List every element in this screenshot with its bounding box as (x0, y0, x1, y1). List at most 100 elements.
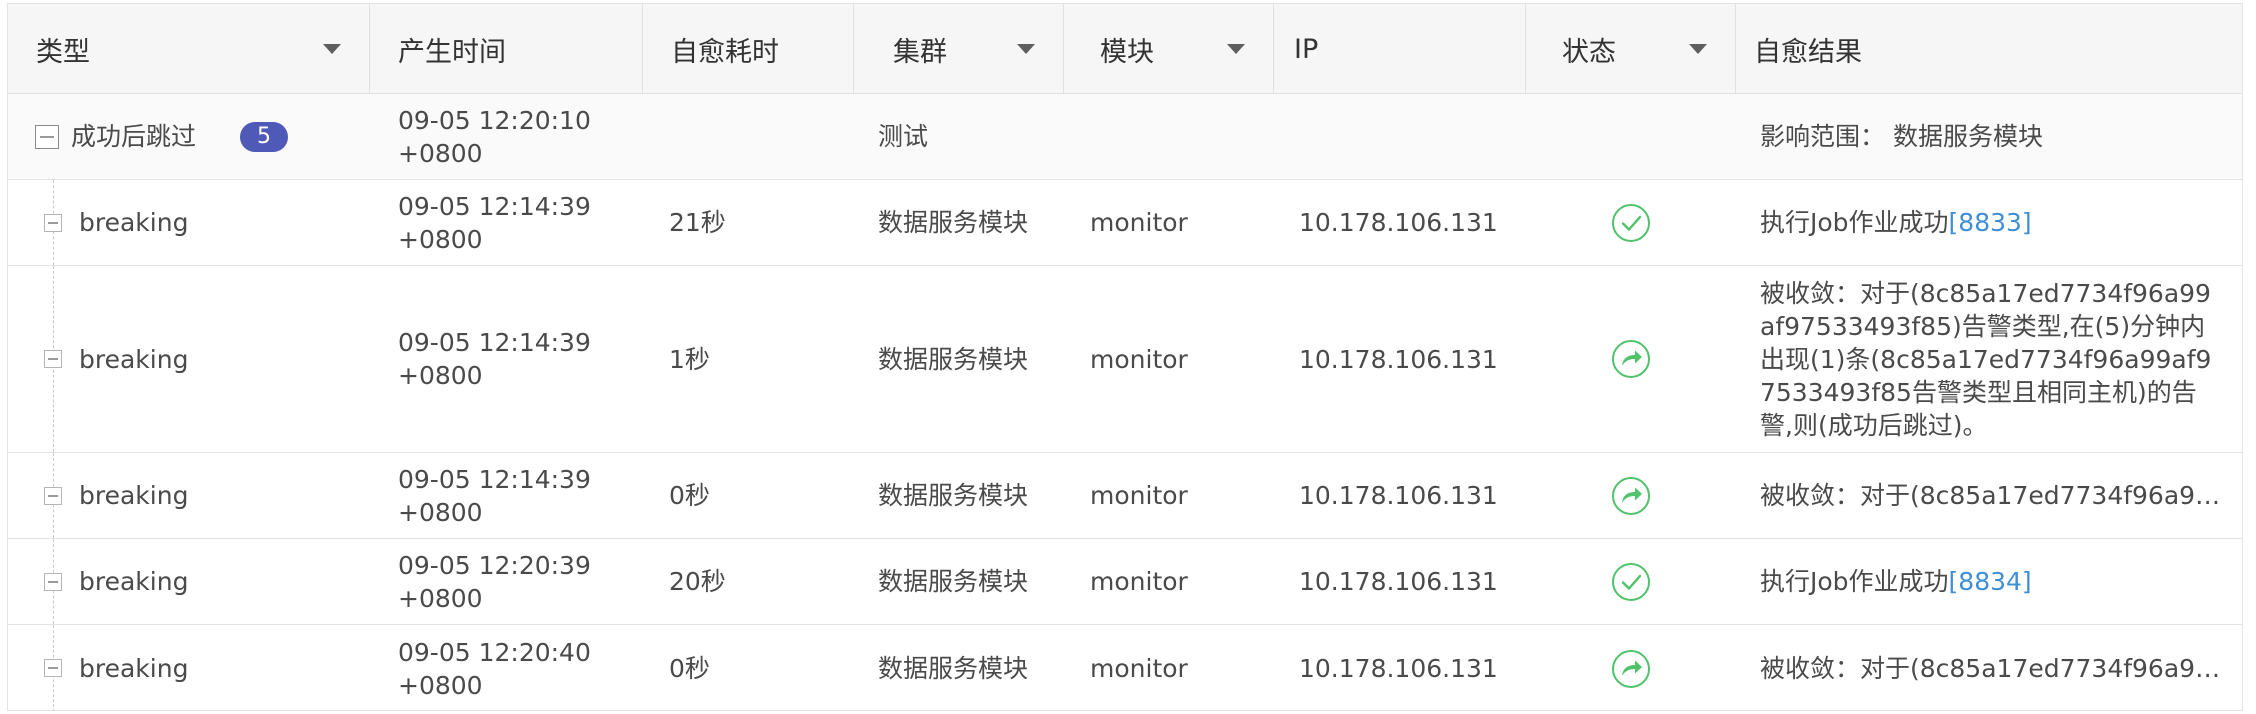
duration-cell: 20秒 (669, 567, 726, 596)
type-cell: breaking (79, 208, 189, 237)
time-line: 09-05 12:14:39 (398, 328, 591, 357)
column-header-label: 状态 (1562, 36, 1616, 68)
column-header-label: 产生时间 (398, 36, 506, 68)
group-label-cell: 成功后跳过 5 (71, 94, 371, 179)
time-line: 09-05 12:20:10 (398, 105, 591, 135)
column-header-label: 自愈耗时 (671, 36, 779, 68)
group-label: 成功后跳过 (71, 122, 197, 151)
time-cell: 09-05 12:20:40 +0800 (398, 625, 638, 710)
collapse-row-icon[interactable] (44, 350, 62, 368)
group-time-cell: 09-05 12:20:10 +0800 (398, 94, 638, 179)
time-cell: 09-05 12:14:39 +0800 (398, 180, 638, 265)
module-cell: monitor (1090, 567, 1188, 596)
ip-cell: 10.178.106.131 (1299, 567, 1498, 596)
time-line: 09-05 12:20:40 (398, 637, 591, 667)
column-header-label: 模块 (1100, 36, 1154, 68)
status-cell (1526, 453, 1736, 538)
result-text: 执行Job作业成功 (1760, 567, 1949, 596)
group-count-badge: 5 (240, 121, 289, 152)
column-header-cluster[interactable]: 集群 (854, 4, 1064, 94)
status-cell (1526, 180, 1736, 265)
cluster-cell: 数据服务模块 (878, 567, 1029, 596)
group-row[interactable]: 成功后跳过 5 09-05 12:20:10 +0800 测试 影响范围： 数据… (8, 94, 2242, 180)
module-cell: monitor (1090, 344, 1188, 374)
collapse-row-icon[interactable] (44, 659, 62, 677)
column-header-duration: 自愈耗时 (643, 4, 854, 94)
time-line: 09-05 12:14:39 (398, 191, 591, 221)
time-cell: 09-05 12:14:39 +0800 (398, 266, 638, 452)
alarm-table: 类型 产生时间 自愈耗时 集群 模块 IP 状态 自愈结果 成功后跳过 5 09… (7, 3, 2243, 711)
forward-icon (1612, 649, 1650, 688)
job-link[interactable]: [8834] (1949, 565, 2032, 598)
status-cell (1526, 266, 1736, 452)
filter-dropdown-icon[interactable] (1227, 44, 1245, 54)
time-line: 09-05 12:20:39 (398, 550, 591, 580)
ip-cell: 10.178.106.131 (1299, 208, 1498, 237)
column-header-status[interactable]: 状态 (1526, 4, 1736, 94)
result-text: 执行Job作业成功 (1760, 208, 1949, 237)
group-result: 影响范围： 数据服务模块 (1760, 122, 2043, 151)
timezone-line: +0800 (398, 583, 483, 613)
collapse-row-icon[interactable] (44, 487, 62, 505)
time-cell: 09-05 12:20:39 +0800 (398, 539, 638, 624)
timezone-line: +0800 (398, 670, 483, 700)
duration-cell: 1秒 (669, 344, 710, 374)
ip-cell: 10.178.106.131 (1299, 654, 1498, 683)
column-header-label: IP (1294, 33, 1319, 65)
status-cell (1526, 625, 1736, 710)
check-icon (1612, 203, 1650, 242)
module-cell: monitor (1090, 208, 1188, 237)
result-cell: 执行Job作业成功 [8833] (1760, 180, 2230, 265)
filter-dropdown-icon[interactable] (1017, 44, 1035, 54)
type-cell: breaking (79, 654, 189, 683)
timezone-line: +0800 (398, 497, 483, 527)
duration-cell: 21秒 (669, 208, 726, 237)
column-header-label: 集群 (893, 36, 947, 68)
column-header-result: 自愈结果 (1736, 4, 2242, 94)
result-cell: 被收敛：对于(8c85a17ed7734f96a99a... (1760, 625, 2222, 710)
cluster-cell: 数据服务模块 (878, 654, 1029, 683)
table-row[interactable]: breaking 09-05 12:20:40 +0800 0秒 数据服务模块 … (8, 625, 2242, 710)
table-header: 类型 产生时间 自愈耗时 集群 模块 IP 状态 自愈结果 (8, 4, 2242, 94)
collapse-row-icon[interactable] (44, 573, 62, 591)
module-cell: monitor (1090, 654, 1188, 683)
column-header-ip: IP (1274, 4, 1526, 94)
timezone-line: +0800 (398, 224, 483, 254)
ip-cell: 10.178.106.131 (1299, 344, 1498, 374)
timezone-line: +0800 (398, 138, 483, 168)
table-row[interactable]: breaking 09-05 12:14:39 +0800 21秒 数据服务模块… (8, 180, 2242, 266)
column-header-time: 产生时间 (370, 4, 643, 94)
cluster-cell: 数据服务模块 (878, 344, 1029, 374)
cluster-cell: 数据服务模块 (878, 208, 1029, 237)
column-header-label: 类型 (36, 36, 90, 68)
type-cell: breaking (79, 481, 189, 510)
result-text: 被收敛：对于(8c85a17ed7734f96a99af97533493f85)… (1760, 278, 2212, 440)
result-cell: 执行Job作业成功 [8834] (1760, 539, 2230, 624)
collapse-row-icon[interactable] (44, 214, 62, 232)
collapse-group-icon[interactable] (35, 125, 59, 149)
result-text: 被收敛：对于(8c85a17ed7734f96a99a... (1760, 481, 2222, 510)
column-header-type[interactable]: 类型 (8, 4, 370, 94)
result-text: 被收敛：对于(8c85a17ed7734f96a99a... (1760, 654, 2222, 683)
time-line: 09-05 12:14:39 (398, 464, 591, 494)
filter-dropdown-icon[interactable] (323, 44, 341, 54)
table-row[interactable]: breaking 09-05 12:14:39 +0800 0秒 数据服务模块 … (8, 453, 2242, 539)
table-row[interactable]: breaking 09-05 12:14:39 +0800 1秒 数据服务模块 … (8, 266, 2242, 453)
job-link[interactable]: [8833] (1949, 206, 2032, 239)
duration-cell: 0秒 (669, 654, 710, 683)
ip-cell: 10.178.106.131 (1299, 481, 1498, 510)
filter-dropdown-icon[interactable] (1689, 44, 1707, 54)
timezone-line: +0800 (398, 361, 483, 390)
type-cell: breaking (79, 567, 189, 596)
column-header-label: 自愈结果 (1754, 36, 1862, 68)
column-header-module[interactable]: 模块 (1064, 4, 1274, 94)
cluster-cell: 数据服务模块 (878, 481, 1029, 510)
table-row[interactable]: breaking 09-05 12:20:39 +0800 20秒 数据服务模块… (8, 539, 2242, 625)
check-icon (1612, 562, 1650, 601)
module-cell: monitor (1090, 481, 1188, 510)
result-cell: 被收敛：对于(8c85a17ed7734f96a99a... (1760, 453, 2222, 538)
status-cell (1526, 539, 1736, 624)
duration-cell: 0秒 (669, 481, 710, 510)
result-cell: 被收敛：对于(8c85a17ed7734f96a99af97533493f85)… (1760, 266, 2222, 452)
forward-icon (1612, 340, 1650, 378)
